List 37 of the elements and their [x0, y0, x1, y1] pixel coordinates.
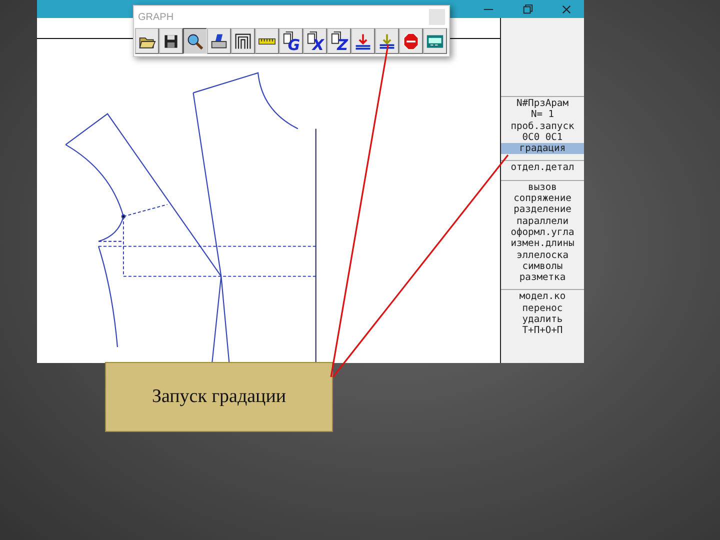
- menu-item[interactable]: модел.ко: [501, 291, 584, 303]
- arrow-down-icon: [354, 32, 372, 50]
- printer-icon: [210, 32, 228, 50]
- menu-item[interactable]: разделение: [501, 204, 584, 216]
- toolbar-button[interactable]: [375, 28, 399, 54]
- menu-item[interactable]: сопряжение: [501, 193, 584, 204]
- arrow-down-icon: [378, 32, 396, 50]
- menu-item[interactable]: N= 1: [501, 109, 584, 121]
- menu-item[interactable]: символы: [501, 260, 584, 272]
- toolbar-button[interactable]: [135, 28, 159, 54]
- toolbar-button[interactable]: [159, 28, 183, 54]
- menu-item[interactable]: проб.запуск: [501, 120, 584, 132]
- menu-item[interactable]: параллели: [501, 216, 584, 227]
- frame-icon: [234, 32, 252, 50]
- toolbar-button[interactable]: [207, 28, 231, 54]
- menu-item[interactable]: отдел.детал: [501, 162, 584, 174]
- toolbar-button[interactable]: [351, 28, 375, 54]
- menu-item[interactable]: удалить: [501, 314, 584, 326]
- toolbar-button[interactable]: [183, 28, 207, 54]
- maximize-icon[interactable]: [522, 4, 533, 14]
- menu-item[interactable]: Т+П+О+П: [501, 325, 584, 337]
- menu-item[interactable]: вызов: [501, 182, 584, 194]
- search-icon: [186, 32, 204, 50]
- toolbar-button[interactable]: [255, 28, 279, 54]
- menu-item[interactable]: N#ПрзАрам: [501, 98, 584, 110]
- stop-sign-icon: [402, 32, 420, 50]
- toolbar-title: GRAPH: [138, 12, 174, 22]
- callout-text: Запуск градации: [152, 386, 286, 408]
- menu-item[interactable]: 0С0 0С1: [501, 132, 584, 144]
- menu-item[interactable]: оформл.угла: [501, 226, 584, 238]
- toolbar-button[interactable]: [231, 28, 255, 54]
- menu-item[interactable]: измен.длины: [501, 238, 584, 250]
- menu-item[interactable]: перенос: [501, 302, 584, 314]
- menu-item[interactable]: эллелоска: [501, 250, 584, 261]
- menu-item[interactable]: разметка: [501, 272, 584, 284]
- close-icon[interactable]: [561, 4, 572, 14]
- menu-item[interactable]: градация: [501, 143, 584, 154]
